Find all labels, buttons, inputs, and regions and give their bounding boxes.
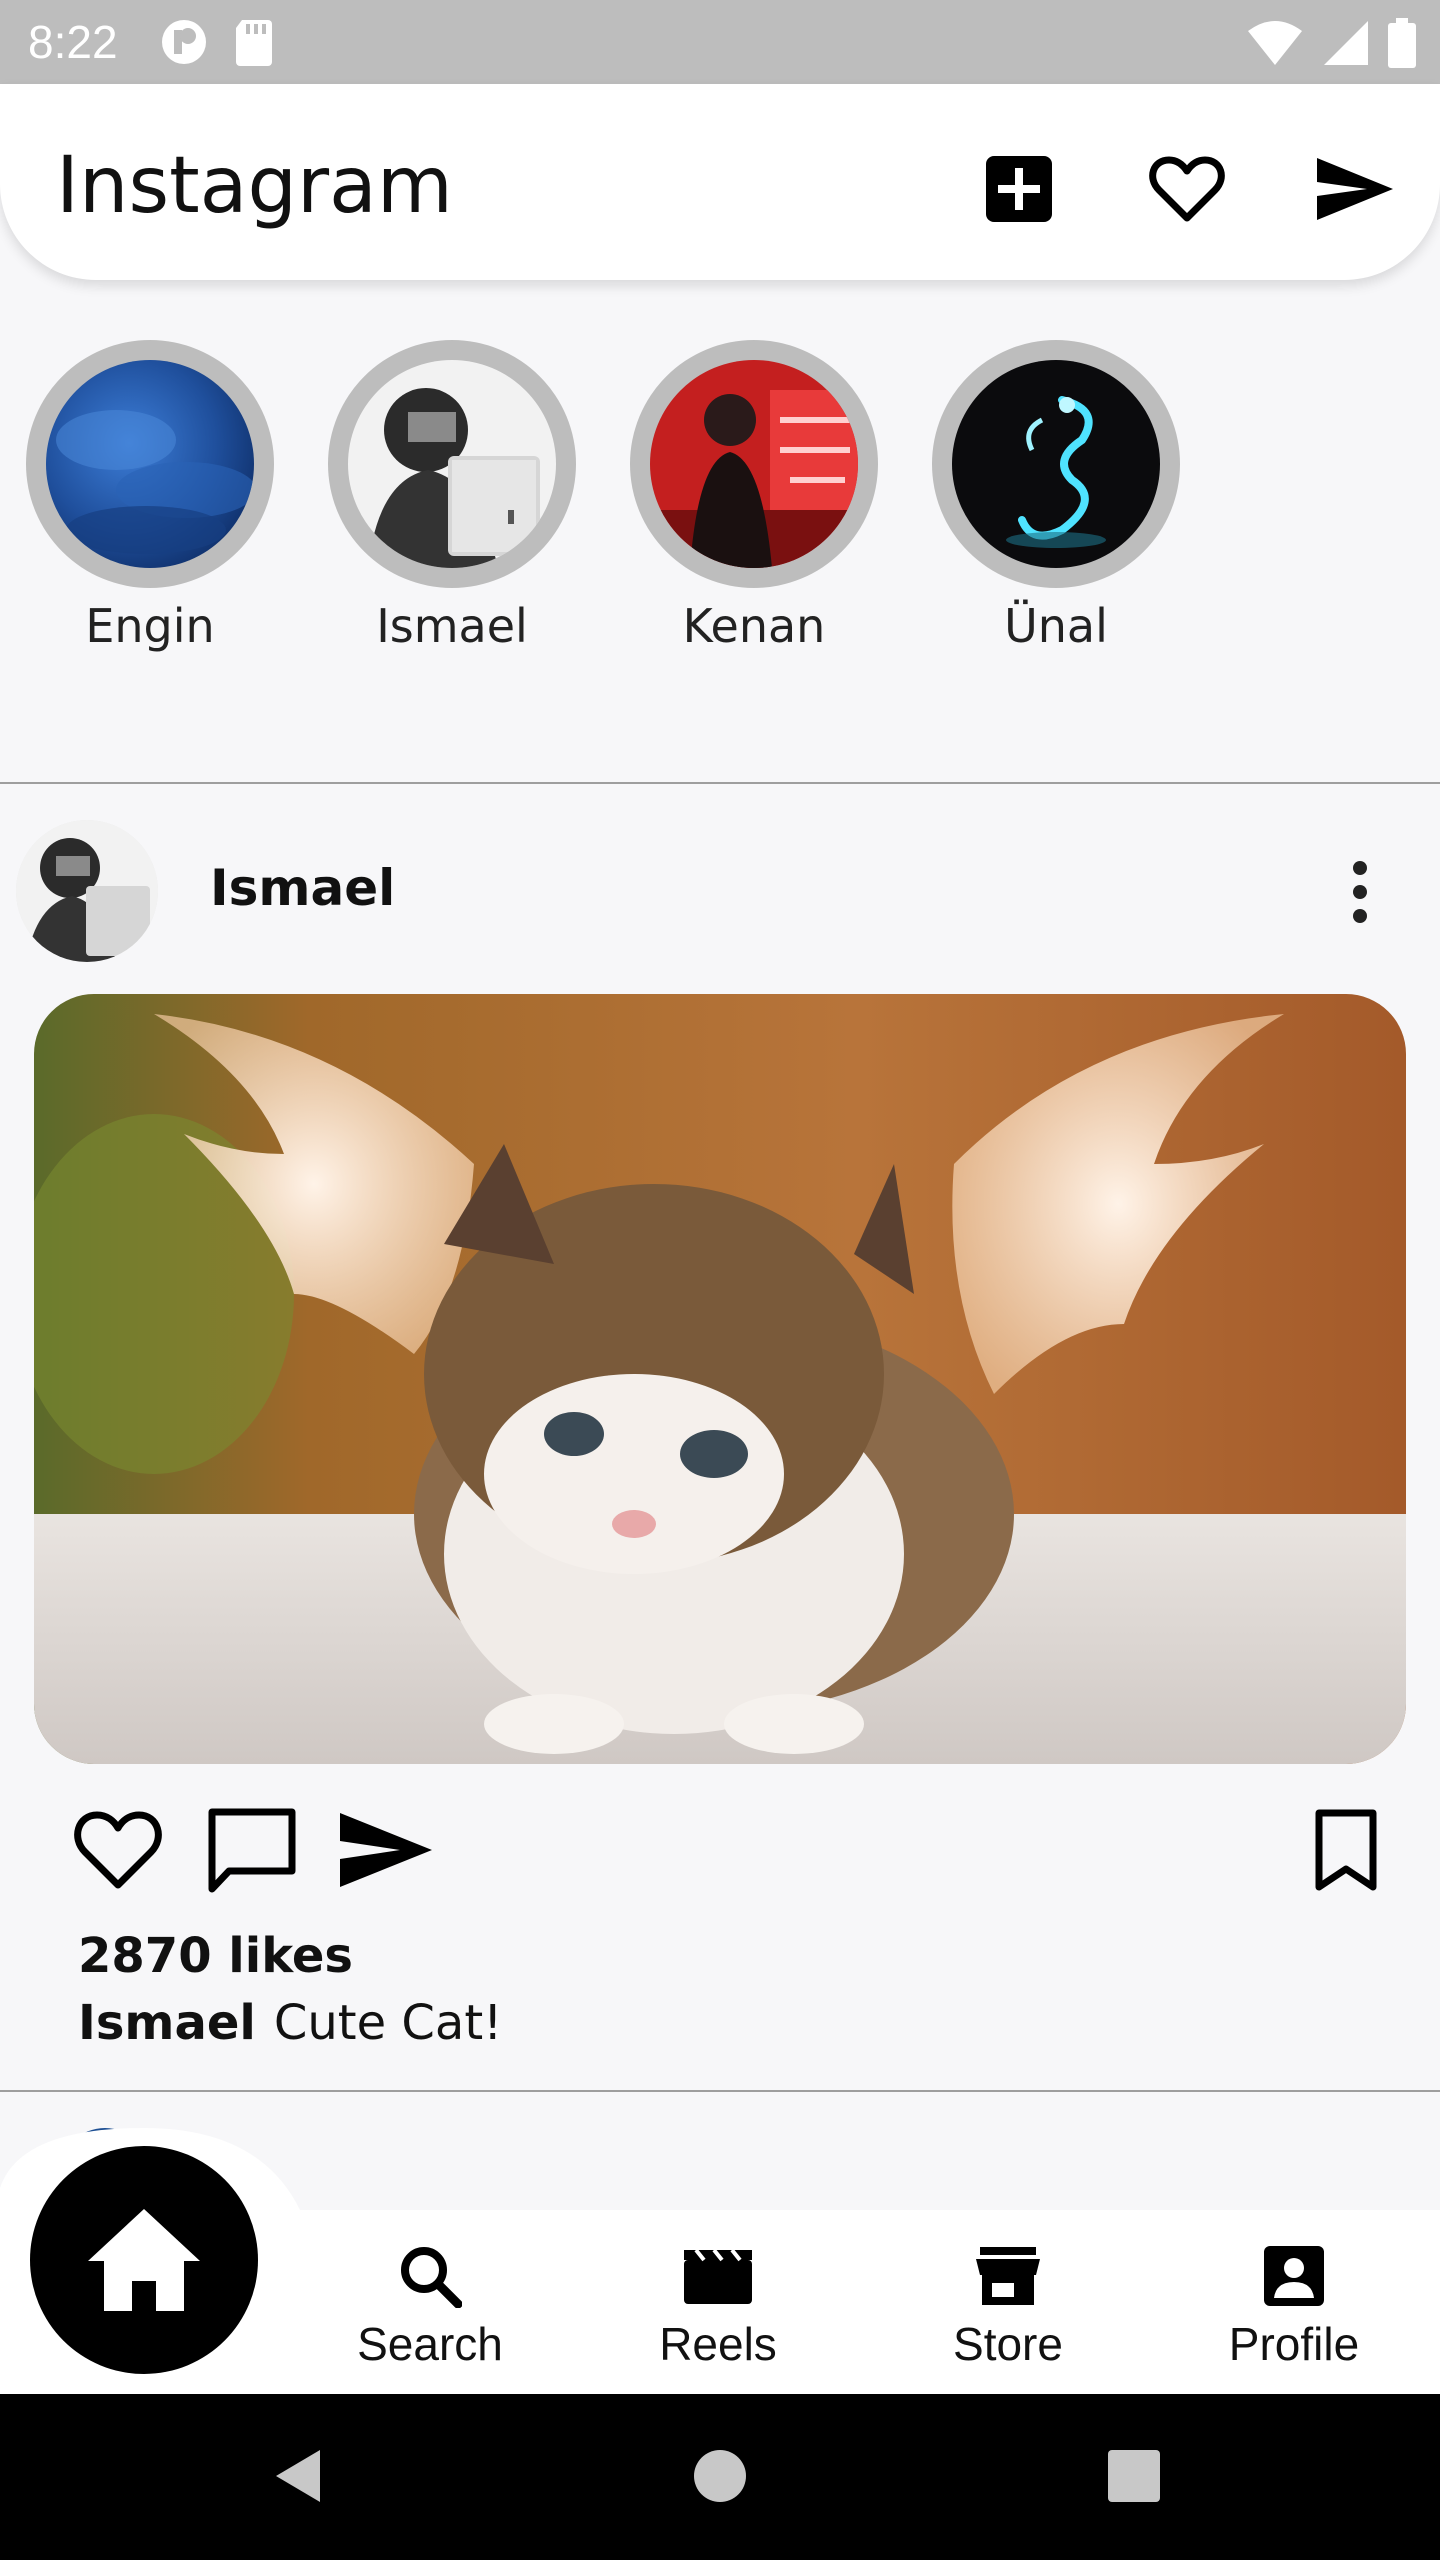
status-bar: 8:22 — [0, 0, 1440, 84]
story-avatar — [650, 360, 858, 568]
story-avatar — [348, 360, 556, 568]
send-icon — [1317, 158, 1393, 220]
post-header: Ismael — [0, 816, 1440, 966]
battery-icon — [1388, 18, 1416, 72]
nav-label: Reels — [659, 2318, 777, 2370]
story-item[interactable]: Kenan — [630, 340, 878, 654]
like-button[interactable] — [68, 1800, 168, 1900]
bookmark-button[interactable] — [1296, 1800, 1396, 1900]
nav-label: Search — [357, 2318, 503, 2370]
status-right-icons — [1246, 18, 1416, 72]
nav-item-reels[interactable]: Reels — [598, 2236, 838, 2372]
back-icon — [276, 2450, 320, 2502]
activity-button[interactable] — [1142, 144, 1232, 234]
heart-icon — [1149, 156, 1225, 222]
reels-icon — [598, 2236, 838, 2316]
caption-username[interactable]: Ismael — [78, 1995, 256, 2051]
top-app-bar: Instagram — [0, 84, 1440, 280]
story-item[interactable]: Ismael — [328, 340, 576, 654]
home-button[interactable] — [30, 2146, 258, 2374]
sd-card-icon — [234, 18, 274, 70]
system-recents-button[interactable] — [1094, 2436, 1174, 2516]
story-item[interactable]: Engin — [26, 340, 274, 654]
post-image[interactable] — [34, 994, 1406, 1764]
story-avatar — [952, 360, 1160, 568]
story-name: Kenan — [682, 599, 826, 653]
more-vertical-icon — [1353, 861, 1367, 923]
store-icon — [888, 2236, 1128, 2316]
heart-icon — [74, 1811, 162, 1889]
app-title: Instagram — [56, 141, 453, 231]
comment-button[interactable] — [202, 1800, 302, 1900]
story-name: Ünal — [1004, 599, 1108, 653]
nav-label: Store — [953, 2318, 1063, 2370]
home-icon — [88, 2209, 200, 2311]
story-ring — [932, 340, 1180, 588]
wifi-icon — [1246, 19, 1304, 71]
story-name: Engin — [85, 599, 215, 653]
post-divider — [0, 2090, 1440, 2092]
bookmark-icon — [1315, 1809, 1377, 1891]
status-left-icons — [160, 18, 274, 70]
nav-item-profile[interactable]: Profile — [1174, 2236, 1414, 2372]
post-caption: Ismael Cute Cat! — [78, 1992, 502, 2054]
share-button[interactable] — [336, 1800, 436, 1900]
story-ring — [328, 340, 576, 588]
circle-home-icon — [694, 2450, 746, 2502]
signal-icon — [1322, 19, 1370, 71]
stories-row: Engin Ismael Kenan Ünal — [0, 340, 1440, 660]
nav-item-store[interactable]: Store — [888, 2236, 1128, 2372]
post-actions — [0, 1800, 1440, 1910]
nav-label: Profile — [1228, 2318, 1360, 2370]
status-time: 8:22 — [28, 16, 118, 68]
post-avatar[interactable] — [16, 820, 158, 962]
system-back-button[interactable] — [260, 2436, 340, 2516]
stories-divider — [0, 782, 1440, 784]
comment-icon — [208, 1808, 296, 1893]
caption-text: Cute Cat! — [273, 1995, 503, 2051]
nav-item-search[interactable]: Search — [310, 2236, 550, 2372]
story-item[interactable]: Ünal — [932, 340, 1180, 654]
profile-icon — [1174, 2236, 1414, 2316]
post-more-button[interactable] — [1320, 852, 1400, 932]
search-icon — [310, 2236, 550, 2316]
story-avatar — [46, 360, 254, 568]
post-likes[interactable]: 2870 likes — [78, 1926, 353, 1986]
story-ring — [26, 340, 274, 588]
story-ring — [630, 340, 878, 588]
add-post-button[interactable] — [974, 144, 1064, 234]
recents-icon — [1108, 2450, 1160, 2502]
system-home-button[interactable] — [680, 2436, 760, 2516]
story-name: Ismael — [376, 599, 528, 653]
post-username[interactable]: Ismael — [210, 858, 395, 918]
direct-messages-button[interactable] — [1310, 144, 1400, 234]
app-notification-icon — [160, 18, 208, 70]
system-navigation-bar — [0, 2394, 1440, 2560]
app-bar-actions — [896, 144, 1400, 234]
add-post-icon — [986, 156, 1052, 222]
send-icon — [340, 1813, 432, 1887]
